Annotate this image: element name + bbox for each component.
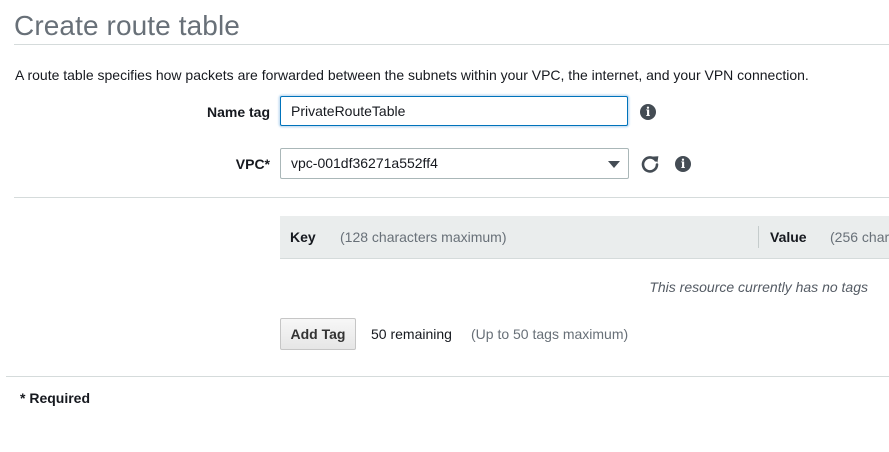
page-title: Create route table xyxy=(14,10,240,41)
name-tag-info-icon[interactable]: i xyxy=(640,104,656,120)
footer-divider xyxy=(6,376,889,377)
vpc-selected-value: vpc-001df36271a552ff4 xyxy=(291,155,438,171)
title-divider xyxy=(14,44,889,45)
page-description: A route table specifies how packets are … xyxy=(15,67,809,83)
vpc-label: VPC* xyxy=(235,156,270,172)
add-tag-button[interactable]: Add Tag xyxy=(280,318,356,350)
column-divider[interactable] xyxy=(758,226,759,248)
tags-table-header: Key (128 characters maximum) Value (256 … xyxy=(280,216,889,259)
section-divider xyxy=(14,197,889,198)
vpc-info-icon[interactable]: i xyxy=(675,156,691,172)
value-column-header: Value xyxy=(770,229,807,245)
name-tag-input[interactable] xyxy=(280,96,628,126)
chevron-down-icon xyxy=(608,161,620,168)
empty-tags-message: This resource currently has no tags xyxy=(649,279,868,295)
key-column-hint: (128 characters maximum) xyxy=(340,229,507,245)
vpc-select[interactable]: vpc-001df36271a552ff4 xyxy=(280,148,629,179)
tags-max-note: (Up to 50 tags maximum) xyxy=(471,326,629,342)
refresh-icon[interactable] xyxy=(640,154,660,174)
required-note: * Required xyxy=(20,390,91,406)
name-tag-label: Name tag xyxy=(206,104,270,120)
key-column-header: Key xyxy=(290,229,316,245)
tags-remaining: 50 remaining xyxy=(371,326,452,342)
value-column-hint: (256 characters maximum) xyxy=(830,229,889,245)
